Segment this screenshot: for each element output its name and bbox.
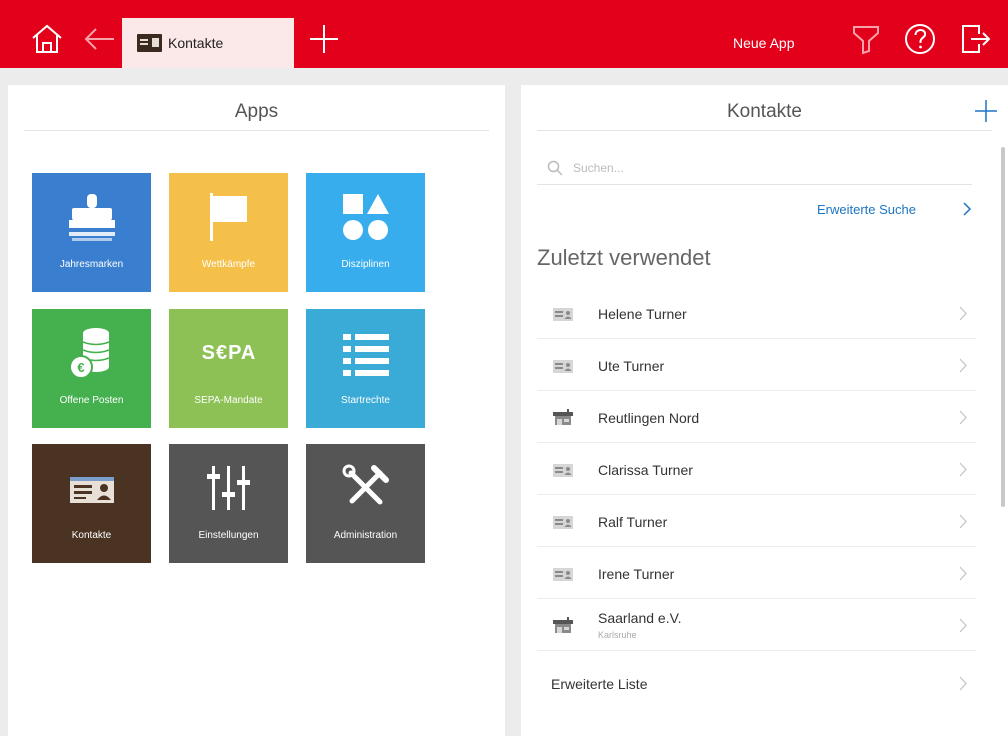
extended-list-row[interactable]: Erweiterte Liste	[537, 657, 976, 709]
person-card-icon	[553, 308, 573, 321]
tile-label: Einstellungen	[198, 530, 259, 541]
person-card-icon	[553, 464, 573, 477]
contact-name: Ute Turner	[598, 358, 665, 374]
add-tab-icon[interactable]	[306, 22, 342, 56]
tile-label: Offene Posten	[59, 395, 124, 406]
contact-row[interactable]: Irene Turner	[537, 547, 976, 599]
apps-panel: Apps Jahresmarken Wettkämpfe Disziplinen…	[8, 85, 505, 736]
contact-row[interactable]: Helene Turner	[537, 287, 976, 339]
search-icon	[547, 160, 563, 176]
tile-label: Wettkämpfe	[201, 259, 256, 270]
list-icon	[306, 325, 425, 381]
chevron-right-icon	[959, 462, 967, 477]
tile-label: Kontakte	[71, 530, 112, 541]
chevron-right-icon	[959, 514, 967, 529]
tile-label: Administration	[333, 530, 398, 541]
new-app-button[interactable]: Neue App	[733, 35, 795, 51]
tab-kontakte[interactable]: Kontakte	[122, 18, 294, 68]
scrollbar-thumb[interactable]	[1001, 147, 1005, 507]
home-icon[interactable]	[28, 22, 66, 56]
back-arrow-icon[interactable]	[80, 22, 118, 56]
person-card-icon	[553, 516, 573, 529]
contact-name: Clarissa Turner	[598, 462, 693, 478]
svg-text:S€PA: S€PA	[201, 342, 256, 364]
chevron-right-icon	[959, 358, 967, 373]
chevron-right-icon	[959, 410, 967, 425]
help-icon[interactable]	[902, 22, 938, 56]
contact-card-icon	[137, 34, 162, 52]
top-bar: Kontakte Neue App	[0, 0, 1008, 68]
tile-label: Disziplinen	[341, 259, 390, 270]
contact-name: Irene Turner	[598, 566, 675, 582]
app-tile-startrechte[interactable]: Startrechte	[306, 309, 425, 428]
club-icon	[553, 409, 573, 425]
contact-row[interactable]: Ute Turner	[537, 339, 976, 391]
search-input[interactable]	[573, 160, 953, 175]
contacts-panel: Kontakte Erweiterte Suche Zuletzt verwen…	[521, 85, 1008, 736]
club-icon	[553, 617, 573, 633]
person-card-icon	[553, 568, 573, 581]
chevron-right-icon	[959, 618, 967, 633]
contact-name: Saarland e.V.	[598, 610, 682, 626]
app-tile-sepa-mandate[interactable]: S€PA SEPA-Mandate	[169, 309, 288, 428]
apps-title: Apps	[234, 101, 279, 122]
extended-list-label: Erweiterte Liste	[551, 676, 648, 692]
stamp-icon	[32, 189, 151, 245]
tile-label: Startrechte	[341, 395, 390, 406]
contacts-title: Kontakte	[727, 101, 802, 122]
person-card-icon	[553, 360, 573, 373]
contact-row[interactable]: Reutlingen Nord	[537, 391, 976, 443]
app-tile-einstellungen[interactable]: Einstellungen	[169, 444, 288, 563]
app-tile-wettkaempfe[interactable]: Wettkämpfe	[169, 173, 288, 292]
app-tile-administration[interactable]: Administration	[306, 444, 425, 563]
section-heading-recent: Zuletzt verwendet	[537, 245, 711, 270]
add-contact-button[interactable]	[972, 97, 1000, 125]
sepa-icon: S€PA	[169, 325, 288, 381]
search-bar[interactable]	[537, 151, 972, 185]
contact-card-icon	[32, 460, 151, 516]
contact-row[interactable]: Saarland e.V. Karlsruhe	[537, 599, 976, 651]
flag-icon	[169, 189, 288, 245]
app-tile-disziplinen[interactable]: Disziplinen	[306, 173, 425, 292]
contact-name: Ralf Turner	[598, 514, 668, 530]
scrollbar[interactable]	[999, 131, 1008, 736]
app-tile-offene-posten[interactable]: € Offene Posten	[32, 309, 151, 428]
chevron-right-icon[interactable]	[962, 201, 972, 217]
contact-row[interactable]: Ralf Turner	[537, 495, 976, 547]
chevron-right-icon	[959, 306, 967, 321]
sliders-icon	[169, 460, 288, 516]
contact-subtitle: Karlsruhe	[598, 630, 637, 640]
tile-label: Jahresmarken	[59, 259, 124, 270]
chevron-right-icon	[959, 676, 967, 691]
contact-name: Helene Turner	[598, 306, 687, 322]
app-tile-jahresmarken[interactable]: Jahresmarken	[32, 173, 151, 292]
chevron-right-icon	[959, 566, 967, 581]
advanced-search-link[interactable]: Erweiterte Suche	[817, 202, 916, 217]
shapes-icon	[306, 189, 425, 245]
divider	[24, 130, 489, 131]
tile-label: SEPA-Mandate	[194, 395, 263, 406]
contact-name: Reutlingen Nord	[598, 410, 700, 426]
tools-icon	[306, 460, 425, 516]
coins-icon: €	[32, 325, 151, 381]
divider	[537, 130, 992, 131]
svg-text:€: €	[77, 360, 84, 375]
app-tile-kontakte[interactable]: Kontakte	[32, 444, 151, 563]
logout-icon[interactable]	[957, 22, 993, 56]
tab-label: Kontakte	[168, 35, 224, 51]
filter-icon[interactable]	[848, 22, 884, 56]
contact-row[interactable]: Clarissa Turner	[537, 443, 976, 495]
